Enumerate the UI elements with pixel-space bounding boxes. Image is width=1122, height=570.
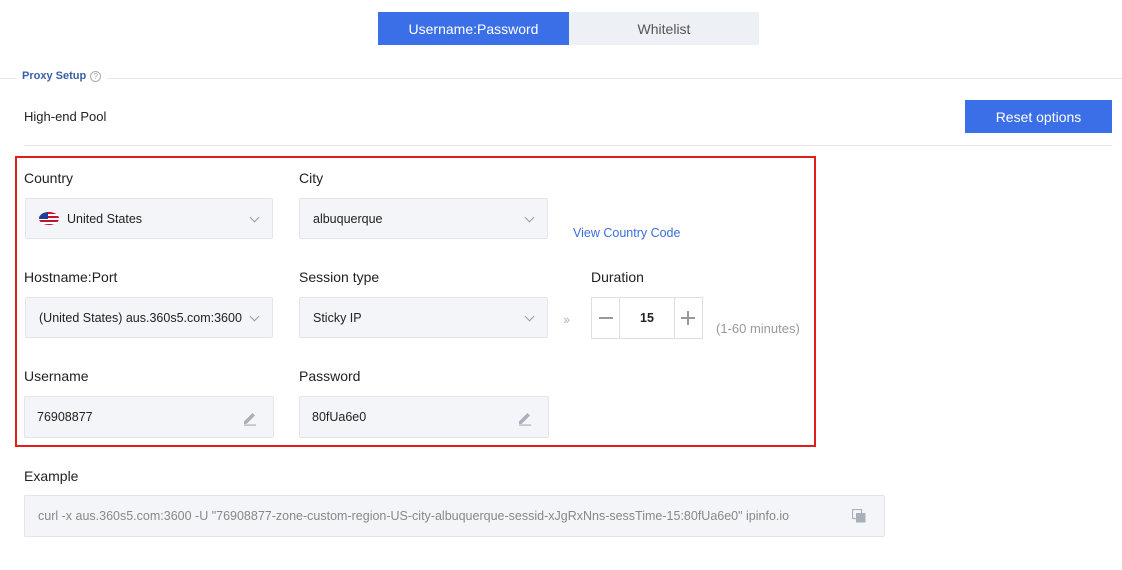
minus-icon	[598, 317, 613, 319]
password-field[interactable]: 80fUa6e0	[299, 396, 549, 438]
plus-icon	[681, 311, 696, 325]
password-label: Password	[299, 368, 361, 384]
duration-label: Duration	[591, 269, 644, 285]
chevron-down-icon	[249, 311, 260, 322]
session-type-value: Sticky IP	[313, 310, 362, 325]
example-command: curl -x aus.360s5.com:3600 -U "76908877-…	[24, 495, 885, 537]
chevron-down-icon	[524, 212, 535, 223]
chevron-down-icon	[524, 311, 535, 322]
reset-options-button[interactable]: Reset options	[965, 100, 1112, 133]
country-value: United States	[67, 211, 143, 226]
us-flag-icon	[39, 212, 59, 225]
divider	[24, 145, 1112, 146]
city-select[interactable]: albuquerque	[299, 198, 548, 239]
view-country-code-link[interactable]: View Country Code	[573, 226, 680, 240]
duration-range-hint: (1-60 minutes)	[716, 321, 800, 336]
section-title-text: Proxy Setup	[22, 70, 87, 82]
session-type-select[interactable]: Sticky IP	[299, 297, 548, 338]
country-select[interactable]: United States	[25, 198, 273, 239]
city-value: albuquerque	[313, 211, 383, 226]
username-value: 76908877	[37, 410, 93, 424]
username-field[interactable]: 76908877	[24, 396, 274, 438]
tab-whitelist[interactable]: Whitelist	[569, 12, 759, 45]
example-command-text: curl -x aus.360s5.com:3600 -U "76908877-…	[38, 509, 790, 523]
help-icon[interactable]: ?	[90, 70, 102, 82]
hostname-value: (United States) aus.360s5.com:3600	[39, 310, 242, 325]
example-label: Example	[24, 468, 79, 484]
session-type-label: Session type	[299, 269, 380, 285]
tab-username-password[interactable]: Username:Password	[378, 12, 569, 45]
section-title: Proxy Setup ?	[16, 70, 108, 82]
duration-stepper: 15	[591, 297, 703, 339]
hostname-label: Hostname:Port	[24, 269, 118, 285]
username-label: Username	[24, 368, 89, 384]
double-chevron-right-icon: ››	[563, 311, 570, 327]
chevron-down-icon	[249, 212, 260, 223]
copy-icon[interactable]	[852, 509, 866, 523]
auth-mode-tabs: Username:Password Whitelist	[378, 12, 759, 45]
edit-icon[interactable]	[242, 410, 258, 426]
password-value: 80fUa6e0	[312, 410, 367, 424]
duration-input[interactable]: 15	[619, 298, 675, 338]
country-label: Country	[24, 170, 74, 186]
increment-button[interactable]	[674, 298, 702, 338]
section-divider	[0, 78, 1122, 79]
pool-label: High-end Pool	[24, 109, 107, 124]
hostname-select[interactable]: (United States) aus.360s5.com:3600	[25, 297, 273, 338]
city-label: City	[299, 170, 324, 186]
decrement-button[interactable]	[592, 298, 620, 338]
edit-icon[interactable]	[517, 410, 533, 426]
